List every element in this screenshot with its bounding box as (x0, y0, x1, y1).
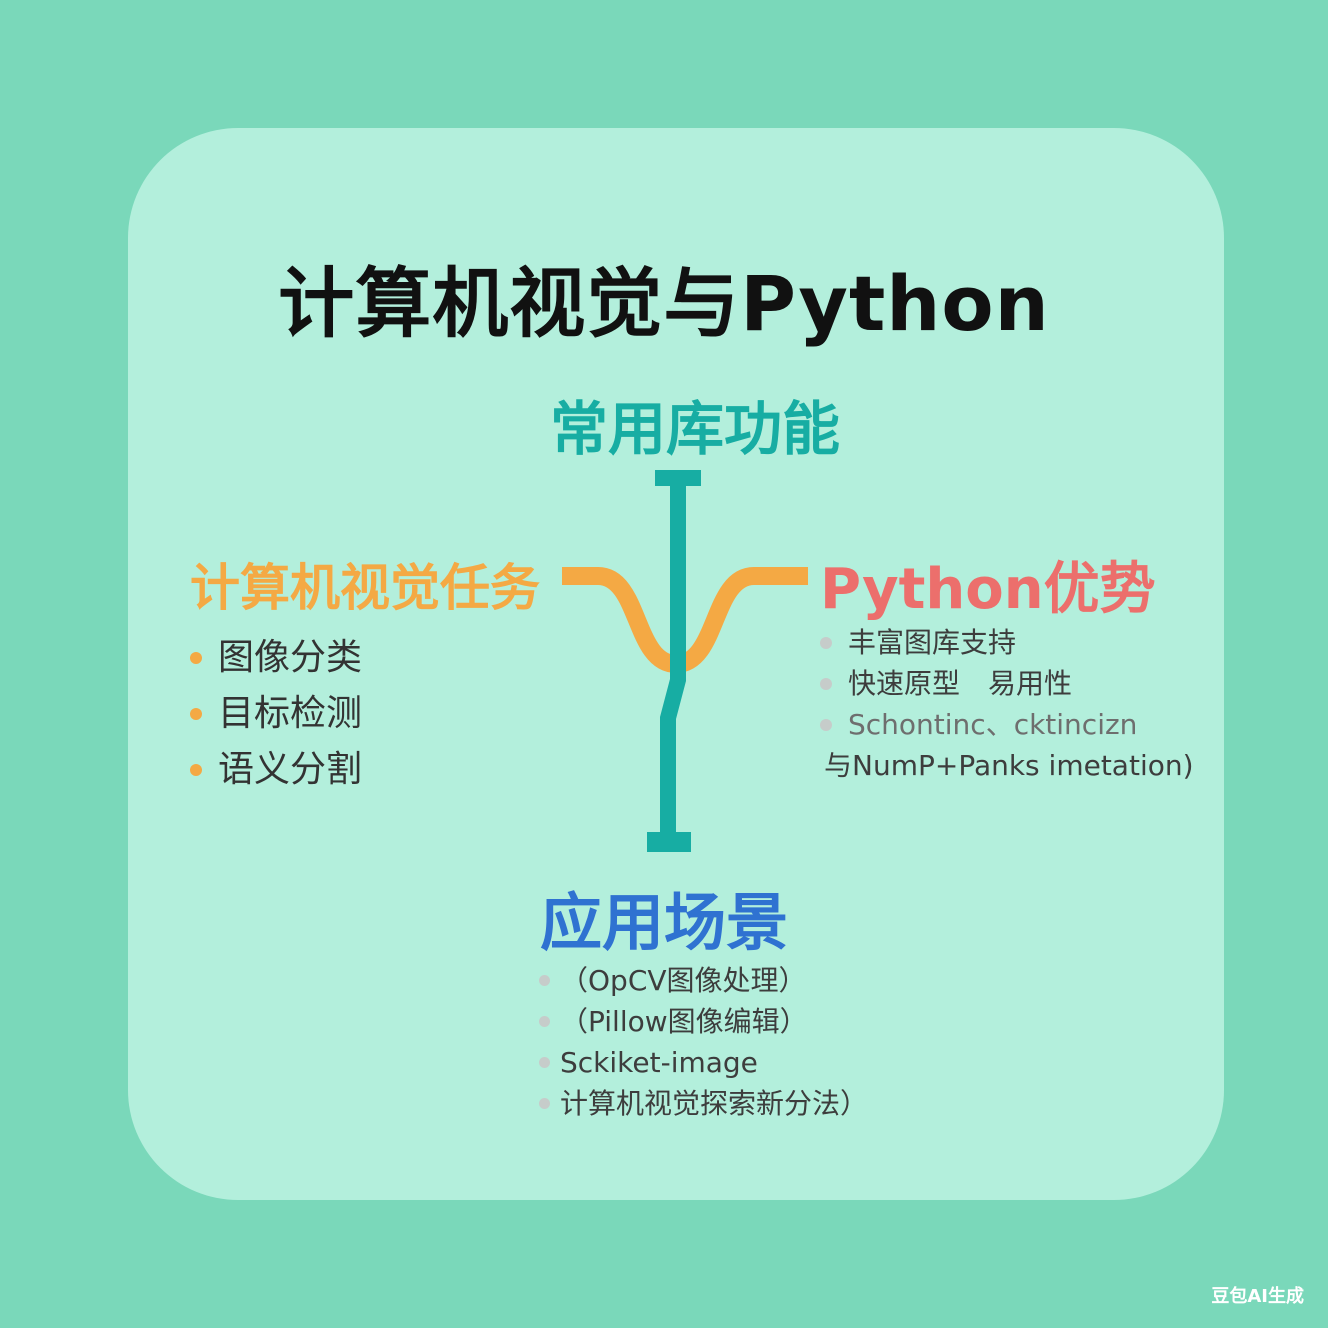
watermark: 豆包AI生成 (1211, 1286, 1304, 1307)
list-item: Schontinc、cktincizn (818, 704, 1194, 745)
list-item-label: Schontinc、cktincizn (848, 708, 1138, 741)
list-item: 目标检测 (190, 686, 362, 742)
list-item-continuation: 与NumP+Panks imetation) (818, 745, 1194, 786)
bullet-dot (190, 652, 202, 664)
list-item-label: 语义分割 (218, 749, 363, 790)
list-item: 丰富图库支持 (818, 622, 1194, 663)
list-item-label: 图像分类 (218, 637, 363, 678)
cv-tasks-heading: 计算机视觉任务 (190, 559, 540, 617)
list-item: 图像分类 (190, 630, 362, 686)
list-item-label: 与NumP+Panks imetation) (824, 749, 1194, 782)
python-advantages-list: 丰富图库支持 快速原型 易用性 Schontinc、cktincizn 与Num… (818, 622, 1194, 786)
bullet-dot (190, 708, 202, 720)
stem-bottom-cap (647, 832, 691, 852)
list-item-label: Sckiket-image (560, 1046, 758, 1079)
bullet-dot (820, 678, 832, 690)
python-advantages-heading: Python优势 (820, 557, 1156, 622)
list-item-label: 目标检测 (218, 693, 363, 734)
list-item-label: （Pillow图像编辑） (560, 1005, 808, 1038)
application-scenarios-heading: 应用场景 (540, 886, 789, 959)
library-functions-heading: 常用库功能 (549, 395, 840, 463)
list-item-label: （OpCV图像处理） (560, 964, 807, 997)
cv-tasks-list: 图像分类 目标检测 语义分割 (190, 630, 362, 798)
list-item: 计算机视觉探索新分法） (538, 1083, 868, 1124)
bullet-dot (820, 719, 832, 731)
bullet-dot (539, 1098, 550, 1109)
application-scenarios-list: （OpCV图像处理） （Pillow图像编辑） Sckiket-image 计算… (538, 960, 868, 1124)
list-item: Sckiket-image (538, 1042, 868, 1083)
bullet-dot (539, 975, 550, 986)
bullet-dot (539, 1057, 550, 1068)
bullet-dot (539, 1016, 550, 1027)
bullet-dot (190, 764, 202, 776)
list-item: 语义分割 (190, 742, 362, 798)
list-item-label: 丰富图库支持 (848, 626, 1017, 659)
list-item: （OpCV图像处理） (538, 960, 868, 1001)
list-item: （Pillow图像编辑） (538, 1001, 868, 1042)
bullet-dot (820, 637, 832, 649)
list-item-label: 快速原型 易用性 (848, 667, 1073, 700)
list-item: 快速原型 易用性 (818, 663, 1194, 704)
list-item-label: 计算机视觉探索新分法） (560, 1087, 869, 1120)
